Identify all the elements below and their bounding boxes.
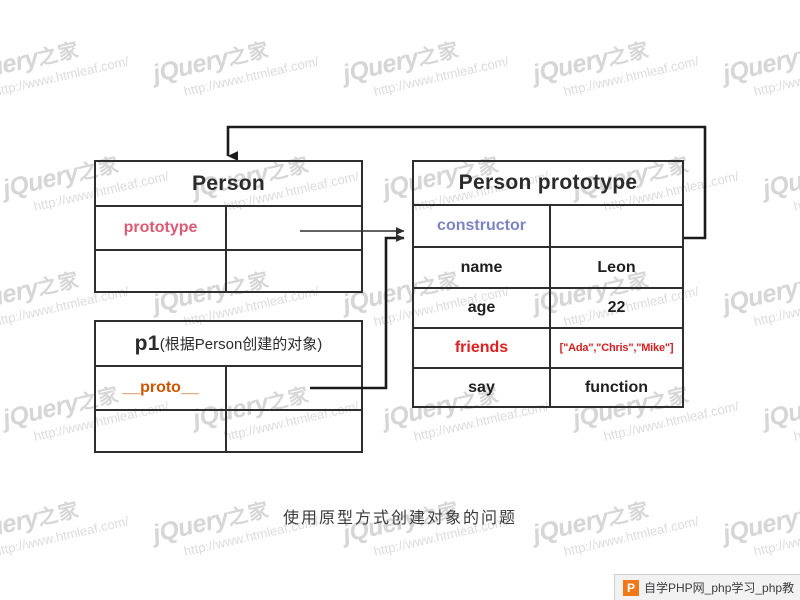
site-badge-text: 自学PHP网_php学习_php教 [644,581,795,595]
wire-constructor-to-person [226,125,707,240]
diagram-canvas: jQuery之家 http://www.htmleaf.com/jQuery之家 h… [0,0,800,600]
site-badge: P 自学PHP网_php学习_php教 [614,574,800,600]
wire-p1-proto-to-prototype [310,234,405,390]
connector-lines [226,125,707,390]
php-logo-icon: P [623,579,639,596]
